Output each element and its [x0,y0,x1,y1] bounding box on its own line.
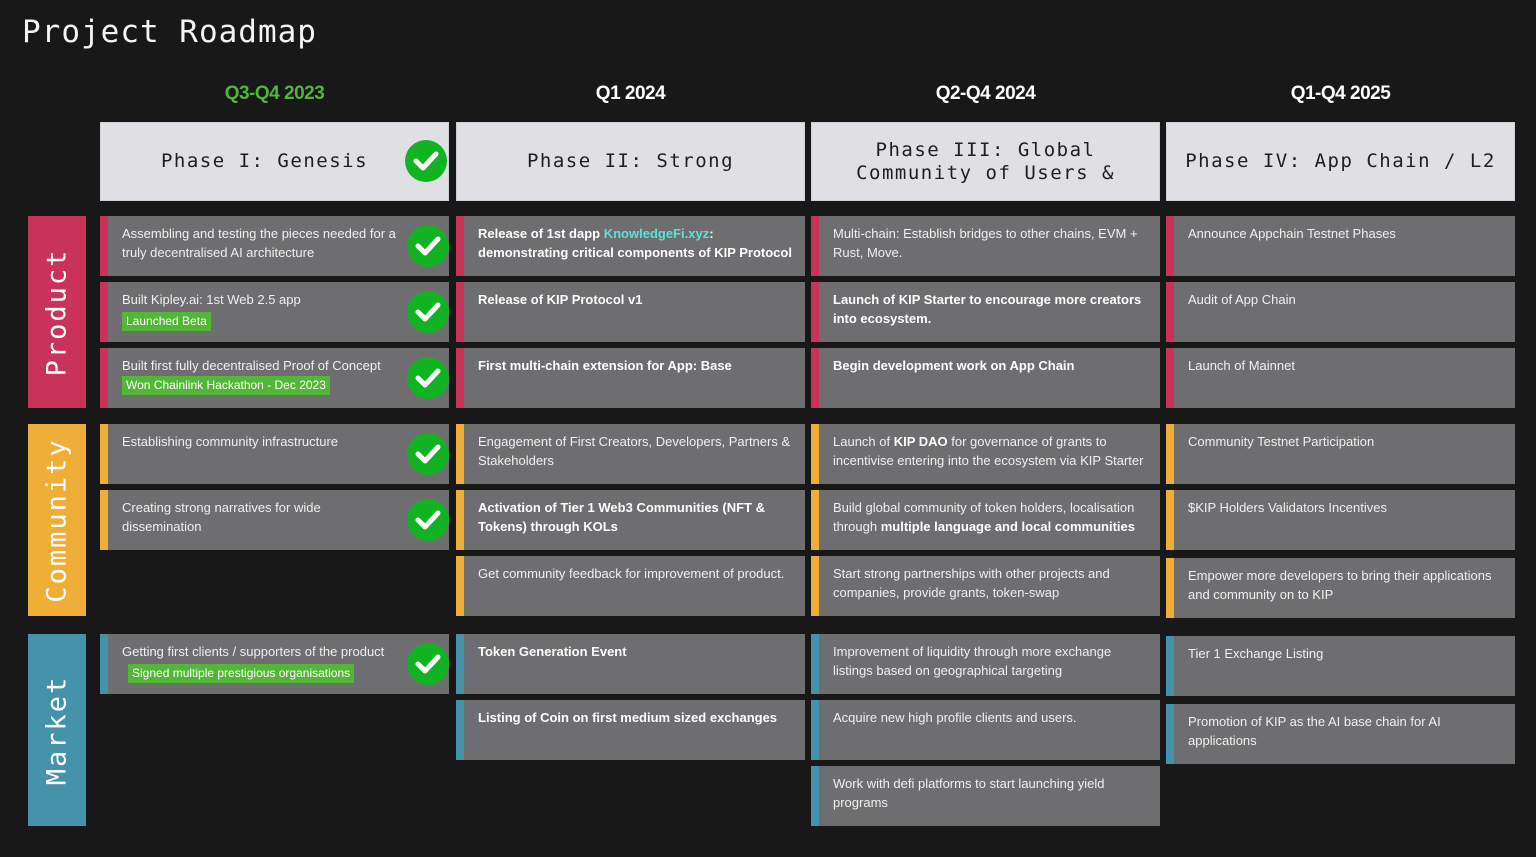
roadmap-item: Audit of App Chain [1166,282,1515,342]
roadmap-item: Engagement of First Creators, Developers… [456,424,805,484]
roadmap-item: Release of 1st dapp KnowledgeFi.xyz: dem… [456,216,805,276]
item-text: Built Kipley.ai: 1st Web 2.5 app [122,292,301,307]
roadmap-item: Start strong partnerships with other pro… [811,556,1160,616]
roadmap-item: Build global community of token holders,… [811,490,1160,550]
phase-title: Phase IV: App Chain / L2 [1185,150,1496,172]
roadmap-item: Acquire new high profile clients and use… [811,700,1160,760]
category-community: Community [28,424,86,616]
roadmap-item: Listing of Coin on first medium sized ex… [456,700,805,760]
quarter-label: Q1-Q4 2025 [1290,83,1391,104]
item-text: Promotion of KIP as the AI base chain fo… [1188,714,1441,748]
item-text: Establishing community infrastructure [122,434,339,449]
item-text: Engagement of First Creators, Developers… [478,434,791,468]
achievement-tag: Won Chainlink Hackathon - Dec 2023 [122,376,330,395]
item-text: Announce Appchain Testnet Phases [1188,226,1396,241]
roadmap-item: First multi-chain extension for App: Bas… [456,348,805,408]
category-label: Community [41,437,73,603]
roadmap-item: Promotion of KIP as the AI base chain fo… [1166,704,1515,764]
phase-title: Phase II: Strong [526,150,735,172]
phase-header: Phase III: Global Community of Users & [811,122,1160,201]
roadmap-item: Improvement of liquidity through more ex… [811,634,1160,694]
roadmap-item: Community Testnet Participation [1166,424,1515,484]
roadmap-item: Release of KIP Protocol v1 [456,282,805,342]
item-text-bold: multiple language and local communities [880,519,1135,534]
item-text: Listing of Coin on first medium sized ex… [478,710,778,725]
roadmap-item: Creating strong narratives for wide diss… [100,490,449,550]
phase-header: Phase I: Genesis [100,122,449,201]
item-text-bold: KIP DAO [893,434,948,449]
knowledgefi-link[interactable]: KnowledgeFi.xyz [604,226,709,241]
item-text: Token Generation Event [478,644,627,659]
roadmap-item: Launch of KIP DAO for governance of gran… [811,424,1160,484]
roadmap-item: Token Generation Event [456,634,805,694]
roadmap-item: Built Kipley.ai: 1st Web 2.5 app Launche… [100,282,449,342]
phase-title-line1: Phase III: Global [875,138,1096,161]
item-text: Assembling and testing the pieces needed… [122,226,396,260]
item-text: Multi-chain: Establish bridges to other … [833,226,1138,260]
roadmap-item: Tier 1 Exchange Listing [1166,636,1515,696]
quarter-label: Q1 2024 [595,83,666,104]
item-text: Get community feedback for improvement o… [478,566,785,581]
phase-header: Phase II: Strong [456,122,805,201]
item-text: $KIP Holders Validators Incentives [1188,500,1387,515]
item-text: Built first fully decentralised Proof of… [122,358,381,373]
item-text: Release of 1st dapp [478,226,604,241]
item-text: Activation of Tier 1 Web3 Communities (N… [478,500,765,534]
item-text: Launch of [833,434,894,449]
completed-check-icon [407,357,449,399]
item-text: Improvement of liquidity through more ex… [833,644,1112,678]
page-title: Project Roadmap [22,14,317,50]
item-text: Launch of KIP Starter to encourage more … [833,292,1142,326]
item-text: Release of KIP Protocol v1 [478,292,643,307]
quarter-label: Q2-Q4 2024 [935,83,1036,104]
item-text: Creating strong narratives for wide diss… [122,500,321,534]
roadmap-item: $KIP Holders Validators Incentives [1166,490,1515,550]
item-text: Launch of Mainnet [1188,358,1295,373]
category-product: Product [28,216,86,408]
item-text: Community Testnet Participation [1188,434,1375,449]
roadmap-item: Assembling and testing the pieces needed… [100,216,449,276]
roadmap-item: Establishing community infrastructure [100,424,449,484]
roadmap-item: Work with defi platforms to start launch… [811,766,1160,826]
roadmap-item: Empower more developers to bring their a… [1166,558,1515,618]
category-label: Market [41,675,73,785]
item-text: Start strong partnerships with other pro… [833,566,1110,600]
item-text: Begin development work on App Chain [833,358,1075,373]
completed-check-icon [407,499,449,541]
achievement-tag: Launched Beta [122,312,211,331]
roadmap-item: Launch of Mainnet [1166,348,1515,408]
roadmap-item: Getting first clients / supporters of th… [100,634,449,694]
roadmap-item: Activation of Tier 1 Web3 Communities (N… [456,490,805,550]
completed-check-icon [405,140,447,182]
completed-check-icon [407,225,449,267]
item-text: Acquire new high profile clients and use… [833,710,1077,725]
phase-header: Phase IV: App Chain / L2 [1166,122,1515,201]
quarter-label: Q3-Q4 2023 [224,83,325,104]
roadmap-item: Begin development work on App Chain [811,348,1160,408]
roadmap-item: Built first fully decentralised Proof of… [100,348,449,408]
roadmap-item: Launch of KIP Starter to encourage more … [811,282,1160,342]
item-text: Work with defi platforms to start launch… [833,776,1105,810]
roadmap-item: Announce Appchain Testnet Phases [1166,216,1515,276]
item-text: Tier 1 Exchange Listing [1188,646,1324,661]
phase-title: Phase I: Genesis [160,150,369,172]
item-text: First multi-chain extension for App: Bas… [478,358,732,373]
item-text: Audit of App Chain [1188,292,1296,307]
item-text: Getting first clients / supporters of th… [122,644,385,659]
category-label: Product [41,248,73,376]
phase-title-line2: Community of Users & [856,161,1115,184]
completed-check-icon [407,643,449,685]
roadmap-item: Multi-chain: Establish bridges to other … [811,216,1160,276]
item-text: Empower more developers to bring their a… [1188,568,1492,602]
roadmap-item: Get community feedback for improvement o… [456,556,805,616]
completed-check-icon [407,291,449,333]
completed-check-icon [407,433,449,475]
category-market: Market [28,634,86,826]
achievement-tag: Signed multiple prestigious organisation… [128,664,355,683]
